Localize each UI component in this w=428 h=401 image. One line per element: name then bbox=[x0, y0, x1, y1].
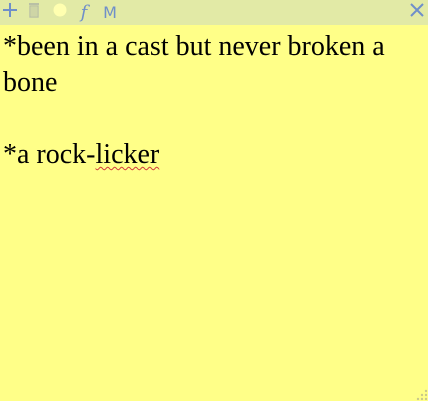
plus-icon bbox=[2, 2, 18, 23]
font-button[interactable]: f bbox=[75, 0, 93, 25]
trash-icon bbox=[27, 2, 41, 23]
new-note-button[interactable] bbox=[0, 0, 20, 25]
note-line: *a rock-licker bbox=[3, 137, 423, 173]
delete-note-button[interactable] bbox=[25, 0, 43, 25]
note-text-area[interactable]: *been in a cast but never broken a bone … bbox=[3, 29, 423, 173]
note-toolbar: f M bbox=[0, 0, 428, 25]
note-color-button[interactable] bbox=[51, 0, 69, 25]
menu-icon: M bbox=[103, 2, 117, 22]
menu-button[interactable]: M bbox=[100, 0, 120, 25]
close-icon bbox=[409, 2, 425, 23]
close-note-button[interactable] bbox=[406, 0, 428, 25]
resize-grip-icon[interactable] bbox=[412, 385, 428, 401]
color-dot-icon bbox=[52, 2, 68, 23]
font-icon: f bbox=[80, 1, 88, 23]
note-line: *been in a cast but never broken a bone bbox=[3, 31, 392, 98]
misspelled-word: licker bbox=[95, 139, 160, 170]
sticky-note: f M *been in a cast but never broken a b… bbox=[0, 0, 428, 401]
note-text: *a rock- bbox=[3, 139, 96, 170]
note-blank-line bbox=[3, 101, 423, 137]
